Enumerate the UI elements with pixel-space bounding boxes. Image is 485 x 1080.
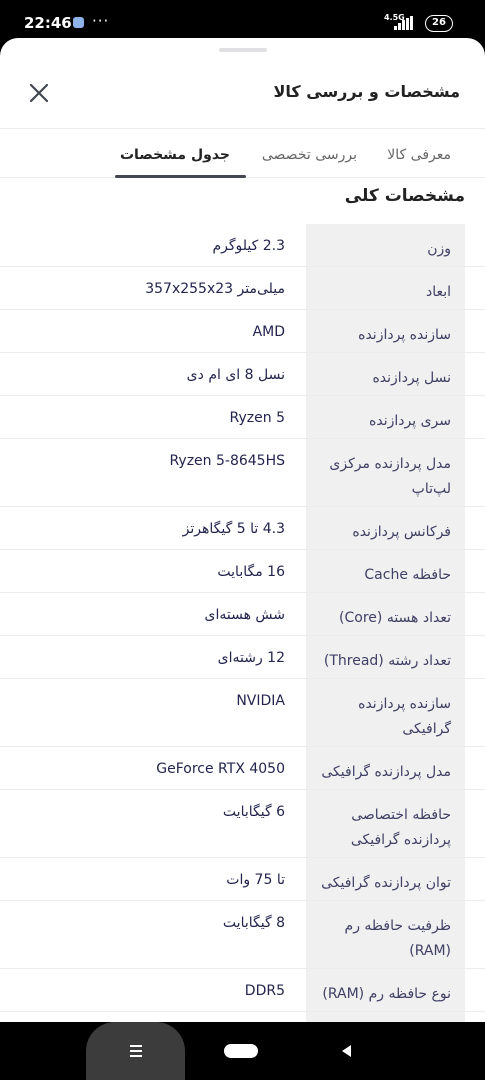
spec-label: تعداد هسته (Core) [306, 593, 465, 635]
spec-label: نسل پردازنده [306, 353, 465, 395]
spec-label: تعداد رشته (Thread) [306, 636, 465, 678]
spec-value: میلی‌متر 357x255x23 [145, 281, 285, 297]
back-triangle-icon [342, 1045, 351, 1057]
back-button[interactable] [339, 1043, 353, 1059]
spec-label: نوع حافظه رم (RAM) [306, 969, 465, 1011]
spec-label: سازنده پردازنده [306, 310, 465, 352]
sheet-title: مشخصات و بررسی کالا [273, 82, 460, 101]
sheet-drag-handle[interactable] [219, 48, 267, 52]
table-row: نسل پردازنده نسل 8 ای ام دی [0, 353, 485, 396]
table-row: مدل پردازنده گرافیکی GeForce RTX 4050 [0, 747, 485, 790]
spec-label [306, 1012, 465, 1022]
notification-app-icon [73, 17, 84, 28]
table-row: حافظه اختصاصی پردازنده گرافیکی 6 گیگابای… [0, 790, 485, 858]
tab-expert-review[interactable]: بررسی تخصصی [262, 147, 357, 163]
spec-value: 4.3 تا 5 گیگاهرتز [182, 521, 285, 537]
spec-value: 12 رشته‌ای [217, 650, 285, 666]
table-row: ظرفیت حافظه رم (RAM) 8 گیگابایت [0, 901, 485, 969]
recent-apps-button[interactable] [86, 1022, 185, 1080]
spec-label: ابعاد [306, 267, 465, 309]
signal-icon [394, 16, 414, 30]
table-row: سازنده پردازنده AMD [0, 310, 485, 353]
tab-specifications[interactable]: جدول مشخصات [120, 147, 230, 163]
product-specs-sheet: مشخصات و بررسی کالا معرفی کالا بررسی تخص… [0, 38, 485, 1022]
spec-value: Ryzen 5-8645HS [169, 453, 285, 469]
section-title: مشخصات کلی [344, 186, 465, 206]
spec-label: توان پردازنده گرافیکی [306, 858, 465, 900]
table-row: تعداد هسته (Core) شش هسته‌ای [0, 593, 485, 636]
spec-value: GeForce RTX 4050 [156, 761, 285, 777]
table-row: حافظه Cache 16 مگابایت [0, 550, 485, 593]
home-button[interactable] [224, 1044, 258, 1058]
spec-label: وزن [306, 224, 465, 266]
spec-value: Ryzen 5 [229, 410, 285, 426]
table-row: سری پردازنده Ryzen 5 [0, 396, 485, 439]
spec-value: 6 گیگابایت [222, 804, 285, 820]
tab-product-intro[interactable]: معرفی کالا [387, 147, 451, 163]
spec-label: سازنده پردازنده گرافیکی [306, 679, 465, 746]
active-tab-indicator [115, 175, 246, 178]
battery-icon: 26 [425, 15, 453, 32]
table-row: مدل پردازنده مرکزی لپ‌تاپ Ryzen 5-8645HS [0, 439, 485, 507]
spec-label: فرکانس پردازنده [306, 507, 465, 549]
system-navigation-bar [0, 1022, 485, 1080]
spec-label: مدل پردازنده مرکزی لپ‌تاپ [306, 439, 465, 506]
close-icon [29, 83, 49, 103]
menu-icon [130, 1045, 142, 1057]
spec-value: DDR5 [244, 983, 285, 999]
table-row: توان پردازنده گرافیکی تا 75 وات [0, 858, 485, 901]
spec-label: ظرفیت حافظه رم (RAM) [306, 901, 465, 968]
spec-value: AMD [252, 324, 285, 340]
spec-label: حافظه اختصاصی پردازنده گرافیکی [306, 790, 465, 857]
spec-table: وزن 2.3 کیلوگرم ابعاد میلی‌متر 357x255x2… [0, 224, 485, 1022]
tab-bar: معرفی کالا بررسی تخصصی جدول مشخصات [0, 128, 485, 178]
spec-label: حافظه Cache [306, 550, 465, 592]
spec-value: 2.3 کیلوگرم [212, 238, 285, 254]
spec-value: NVIDIA [236, 693, 285, 709]
status-time: 22:46 [24, 14, 72, 32]
table-row: تعداد رشته (Thread) 12 رشته‌ای [0, 636, 485, 679]
spec-value: 16 مگابایت [217, 564, 285, 580]
spec-value: نسل 8 ای ام دی [186, 367, 285, 383]
close-button[interactable] [28, 82, 50, 104]
table-row: نوع حافظه رم (RAM) DDR5 [0, 969, 485, 1012]
spec-label: مدل پردازنده گرافیکی [306, 747, 465, 789]
spec-label: سری پردازنده [306, 396, 465, 438]
spec-value: شش هسته‌ای [204, 607, 285, 623]
table-row: وزن 2.3 کیلوگرم [0, 224, 485, 267]
spec-value: 8 گیگابایت [222, 915, 285, 931]
table-row: ابعاد میلی‌متر 357x255x23 [0, 267, 485, 310]
spec-value: تا 75 وات [226, 872, 285, 888]
table-row: فرکانس پردازنده 4.3 تا 5 گیگاهرتز [0, 507, 485, 550]
more-notifications-icon: ··· [92, 12, 110, 30]
table-row: سازنده پردازنده گرافیکی NVIDIA [0, 679, 485, 747]
table-row [0, 1012, 485, 1022]
